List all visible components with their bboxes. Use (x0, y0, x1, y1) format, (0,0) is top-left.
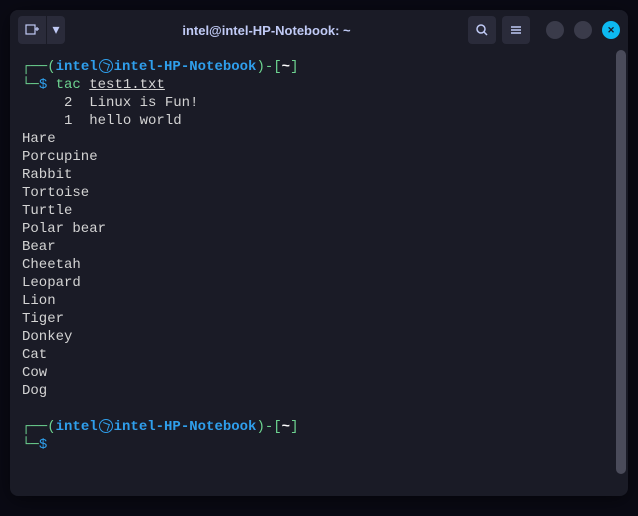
output-line: Polar bear (22, 220, 616, 238)
command-line-1: └─$ tac test1.txt (22, 76, 616, 94)
output-line: Donkey (22, 328, 616, 346)
output-line: 2 Linux is Fun! (22, 94, 616, 112)
output-line: Rabbit (22, 166, 616, 184)
command-line-2: └─$ (22, 436, 616, 454)
prompt-line-2: ┌──(intelintel-HP-Notebook)-[~] (22, 418, 616, 436)
kali-icon (99, 59, 113, 73)
window-controls: ✕ (546, 21, 620, 39)
titlebar-right: ✕ (468, 16, 620, 44)
output-line: Hare (22, 130, 616, 148)
output-line: Cow (22, 364, 616, 382)
output-line: Bear (22, 238, 616, 256)
kali-icon (99, 419, 113, 433)
output-line: Leopard (22, 274, 616, 292)
prompt-line-1: ┌──(intelintel-HP-Notebook)-[~] (22, 58, 616, 76)
menu-button[interactable] (502, 16, 530, 44)
new-tab-icon (25, 23, 39, 37)
chevron-down-icon: ▾ (52, 22, 59, 39)
maximize-button[interactable] (574, 21, 592, 39)
terminal-body[interactable]: ┌──(intelintel-HP-Notebook)-[~] └─$ tac … (10, 50, 628, 496)
output-line: Lion (22, 292, 616, 310)
close-icon: ✕ (608, 23, 615, 37)
new-tab-button[interactable] (18, 16, 46, 44)
blank-line (22, 400, 616, 418)
terminal-window: ▾ intel@intel-HP-Notebook: ~ (10, 10, 628, 496)
scrollbar-thumb[interactable] (616, 50, 626, 474)
new-tab-dropdown[interactable]: ▾ (47, 16, 65, 44)
output-line: Porcupine (22, 148, 616, 166)
output-line: Tiger (22, 310, 616, 328)
minimize-button[interactable] (546, 21, 564, 39)
window-title: intel@intel-HP-Notebook: ~ (73, 23, 460, 38)
search-button[interactable] (468, 16, 496, 44)
output-line: Tortoise (22, 184, 616, 202)
close-button[interactable]: ✕ (602, 21, 620, 39)
output-line: Dog (22, 382, 616, 400)
output-line: Turtle (22, 202, 616, 220)
titlebar-left: ▾ (18, 16, 65, 44)
output-line: Cat (22, 346, 616, 364)
search-icon (475, 23, 489, 37)
titlebar: ▾ intel@intel-HP-Notebook: ~ (10, 10, 628, 50)
output-line: 1 hello world (22, 112, 616, 130)
output-line: Cheetah (22, 256, 616, 274)
hamburger-icon (509, 23, 523, 37)
scrollbar[interactable] (616, 50, 626, 496)
